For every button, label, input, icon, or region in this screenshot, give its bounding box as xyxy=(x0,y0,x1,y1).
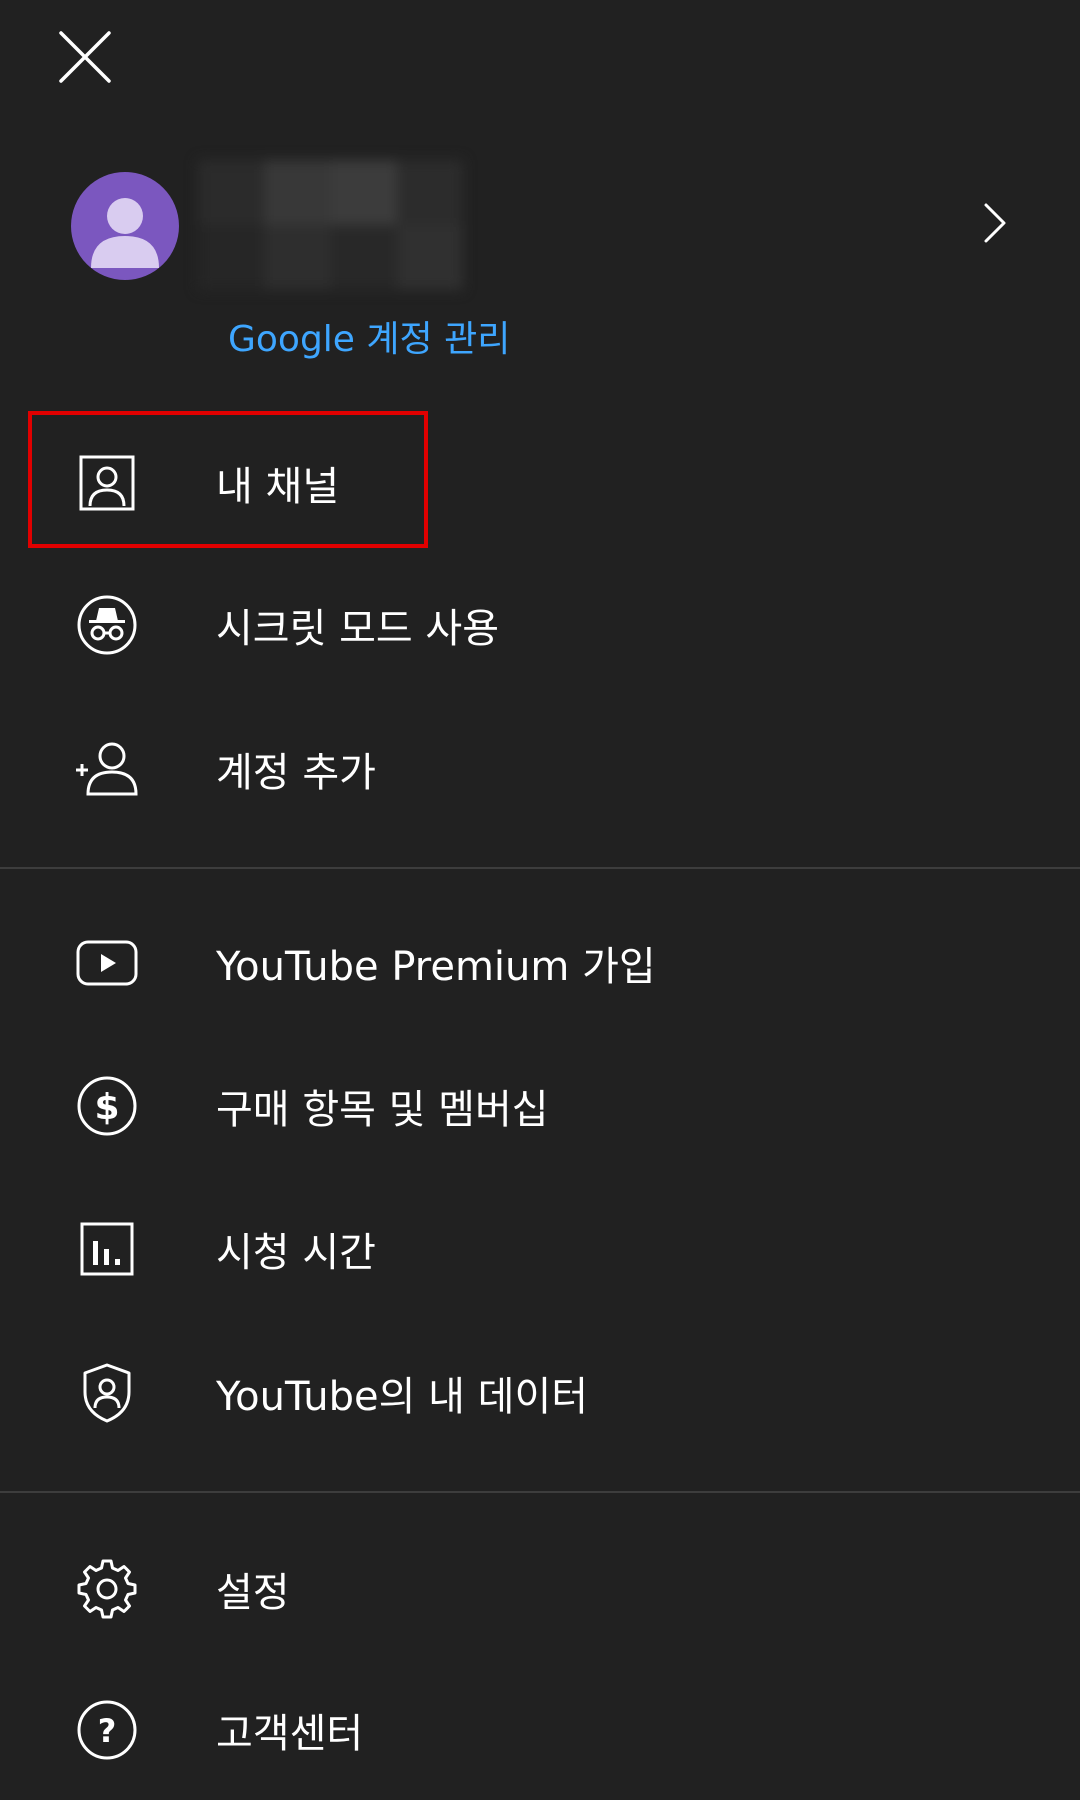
close-button[interactable] xyxy=(50,24,120,94)
divider xyxy=(0,867,1080,869)
account-header: Google 계정 관리 xyxy=(0,150,1080,360)
menu-item-label: 내 채널 xyxy=(216,464,340,510)
channel-icon xyxy=(74,450,140,516)
menu-item-help[interactable]: ? 고객센터 xyxy=(0,1665,1080,1795)
menu-item-label: 설정 xyxy=(216,1570,290,1616)
menu-item-label: 계정 추가 xyxy=(216,750,376,796)
manage-google-account-link[interactable]: Google 계정 관리 xyxy=(228,310,510,362)
bar-chart-icon xyxy=(74,1216,140,1282)
menu-item-label: 고객센터 xyxy=(216,1711,364,1757)
help-icon: ? xyxy=(74,1697,140,1763)
menu-item-add-account[interactable]: 계정 추가 xyxy=(0,704,1080,834)
menu-item-youtube-premium[interactable]: YouTube Premium 가입 xyxy=(0,898,1080,1028)
gear-icon xyxy=(74,1556,140,1622)
account-chevron-button[interactable] xyxy=(975,200,1015,250)
svg-text:?: ? xyxy=(98,1712,117,1750)
menu-item-watch-time[interactable]: 시청 시간 xyxy=(0,1184,1080,1314)
menu-item-label: 시청 시간 xyxy=(216,1230,376,1276)
menu-item-label: 시크릿 모드 사용 xyxy=(216,606,500,652)
dollar-icon: $ xyxy=(74,1073,140,1139)
account-name-redacted xyxy=(198,160,463,290)
incognito-icon xyxy=(74,592,140,658)
youtube-play-icon xyxy=(74,930,140,996)
person-avatar-icon[interactable] xyxy=(71,172,179,280)
add-account-icon xyxy=(74,736,140,802)
menu-item-settings[interactable]: 설정 xyxy=(0,1524,1080,1654)
shield-person-icon xyxy=(74,1360,140,1426)
menu-item-incognito[interactable]: 시크릿 모드 사용 xyxy=(0,560,1080,690)
menu-item-my-data[interactable]: YouTube의 내 데이터 xyxy=(0,1328,1080,1458)
chevron-right-icon xyxy=(983,202,1007,248)
menu-item-label: YouTube의 내 데이터 xyxy=(216,1374,589,1420)
divider xyxy=(0,1491,1080,1493)
menu-item-label: YouTube Premium 가입 xyxy=(216,944,656,990)
menu-item-my-channel[interactable]: 내 채널 xyxy=(0,418,1080,548)
close-icon xyxy=(57,29,113,89)
svg-text:$: $ xyxy=(94,1087,119,1128)
menu-item-purchases[interactable]: $ 구매 항목 및 멤버십 xyxy=(0,1041,1080,1171)
menu-item-label: 구매 항목 및 멤버십 xyxy=(216,1087,549,1133)
